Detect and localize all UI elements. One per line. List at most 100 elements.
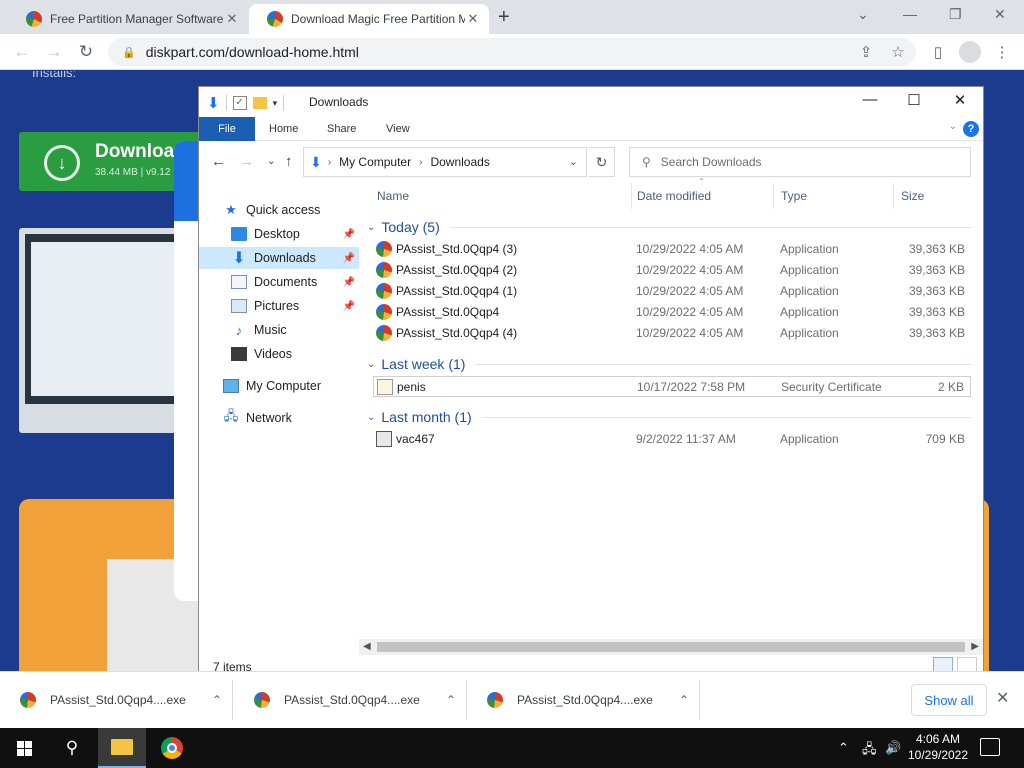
group-header-last-month[interactable]: ⌄ Last month (1) <box>367 407 971 427</box>
download-file-name: PAssist_Std.0Qqp4....exe <box>284 693 420 707</box>
profile-avatar[interactable] <box>958 40 982 64</box>
horizontal-scrollbar[interactable]: ◀ ▶ <box>359 639 983 655</box>
address-field[interactable]: ⬇ › My Computer › Downloads ⌄ <box>303 147 587 177</box>
file-size: 39,363 KB <box>908 326 965 340</box>
properties-icon[interactable]: ✓ <box>232 96 247 110</box>
share-icon[interactable]: ⇪ <box>854 40 878 64</box>
column-header-date-modified[interactable]: Date modified <box>637 183 711 209</box>
nav-item-downloads[interactable]: ⬇ Downloads 📌 <box>199 247 359 269</box>
new-folder-icon[interactable] <box>252 97 267 109</box>
nav-item-desktop[interactable]: Desktop 📌 <box>199 223 359 245</box>
scrollbar-thumb[interactable] <box>377 642 965 652</box>
file-type: Application <box>780 263 839 277</box>
table-row[interactable]: PAssist_Std.0Qqp4 (4) 10/29/2022 4:05 AM… <box>373 323 971 344</box>
notification-icon[interactable] <box>980 738 1000 756</box>
taskbar-file-explorer[interactable] <box>98 728 146 768</box>
column-header-type[interactable]: Type <box>781 183 807 209</box>
maximize-button[interactable]: ☐ <box>891 91 937 113</box>
breadcrumb-downloads[interactable]: Downloads <box>430 155 489 169</box>
certificate-icon <box>377 379 393 395</box>
music-icon: ♪ <box>235 322 243 338</box>
download-item[interactable]: PAssist_Std.0Qqp4....exe ⌃ <box>234 680 467 720</box>
column-header-size[interactable]: Size <box>901 183 924 209</box>
nav-item-network[interactable]: 🖧 Network <box>199 407 359 429</box>
file-size: 709 KB <box>925 432 965 446</box>
side-panel-icon[interactable]: ▯ <box>926 40 950 64</box>
close-icon[interactable]: ✕ <box>224 11 240 27</box>
table-row[interactable]: PAssist_Std.0Qqp4 (1) 10/29/2022 4:05 AM… <box>373 281 971 302</box>
back-button[interactable]: ← <box>10 40 34 64</box>
table-row[interactable]: PAssist_Std.0Qqp4 (3) 10/29/2022 4:05 AM… <box>373 239 971 260</box>
customize-dropdown-icon[interactable]: ▾ <box>273 98 278 109</box>
nav-item-videos[interactable]: Videos <box>199 343 359 365</box>
tab-free-partition-manager[interactable]: Free Partition Manager Software ✕ <box>8 4 248 34</box>
nav-item-documents[interactable]: Documents 📌 <box>199 271 359 293</box>
chevron-right-icon[interactable]: › <box>328 157 331 168</box>
menu-kebab-icon[interactable]: ⋮ <box>990 40 1014 64</box>
show-hidden-icons-chevron-icon[interactable]: ⌃ <box>838 740 849 756</box>
chevron-up-icon[interactable]: ⌃ <box>669 693 699 707</box>
table-row[interactable]: penis 10/17/2022 7:58 PM Security Certif… <box>373 376 971 397</box>
minimize-button[interactable]: — <box>847 91 893 113</box>
tab-view[interactable]: View <box>376 117 420 141</box>
close-icon[interactable]: ✕ <box>996 688 1009 708</box>
windows-icon <box>16 740 32 756</box>
breadcrumb-my-computer[interactable]: My Computer <box>339 155 411 169</box>
tab-share[interactable]: Share <box>317 117 366 141</box>
scroll-right-icon[interactable]: ▶ <box>971 639 979 655</box>
modal-header-edge <box>174 141 200 221</box>
help-icon[interactable]: ? <box>963 121 979 137</box>
scroll-left-icon[interactable]: ◀ <box>363 639 371 655</box>
back-arrow-icon[interactable]: ← <box>211 153 226 170</box>
refresh-button[interactable]: ↻ <box>589 147 615 177</box>
file-date: 10/29/2022 4:05 AM <box>636 284 744 298</box>
minimize-button[interactable]: — <box>903 6 917 22</box>
chevron-up-icon[interactable]: ⌃ <box>202 693 232 707</box>
forward-button[interactable]: → <box>42 40 66 64</box>
close-window-button[interactable]: ✕ <box>994 6 1006 23</box>
nav-item-quick-access[interactable]: ★ Quick access <box>199 199 359 221</box>
expand-ribbon-icon[interactable]: ⌄ <box>949 121 957 132</box>
network-icon[interactable]: 🖧 <box>862 740 877 762</box>
nav-item-music[interactable]: ♪ Music <box>199 319 359 341</box>
group-header-today[interactable]: ⌄ Today (5) <box>367 217 971 237</box>
up-arrow-icon[interactable]: ↑ <box>285 153 293 170</box>
tab-home[interactable]: Home <box>259 117 308 141</box>
nav-item-label: Documents <box>254 275 318 289</box>
tab-title: Free Partition Manager Software <box>50 12 224 26</box>
forward-arrow-icon[interactable]: → <box>239 153 254 170</box>
tab-download-magic-free-partition[interactable]: Download Magic Free Partition M ✕ <box>249 4 489 34</box>
address-bar[interactable]: 🔒 diskpart.com/download-home.html <box>108 38 916 66</box>
group-header-last-week[interactable]: ⌄ Last week (1) <box>367 354 971 374</box>
recent-locations-icon[interactable]: ⌄ <box>267 156 275 167</box>
show-all-button[interactable]: Show all <box>911 684 987 716</box>
tab-file[interactable]: File <box>199 117 255 141</box>
restore-button[interactable]: ❐ <box>949 6 962 23</box>
file-name: PAssist_Std.0Qqp4 (4) <box>396 326 518 340</box>
table-row[interactable]: PAssist_Std.0Qqp4 10/29/2022 4:05 AM App… <box>373 302 971 323</box>
chevron-right-icon[interactable]: › <box>419 157 422 168</box>
application-icon <box>487 692 503 708</box>
column-header-name[interactable]: Name <box>377 183 409 209</box>
table-row[interactable]: vac467 9/2/2022 11:37 AM Application 709… <box>373 429 971 450</box>
download-item[interactable]: PAssist_Std.0Qqp4....exe ⌃ <box>0 680 233 720</box>
table-row[interactable]: PAssist_Std.0Qqp4 (2) 10/29/2022 4:05 AM… <box>373 260 971 281</box>
search-icon[interactable]: ⚲ <box>48 728 96 768</box>
system-clock[interactable]: 4:06 AM 10/29/2022 <box>906 731 970 763</box>
volume-icon[interactable]: 🔊 <box>885 740 901 756</box>
chevron-up-icon[interactable]: ⌃ <box>436 693 466 707</box>
close-button[interactable]: ✕ <box>937 91 983 113</box>
close-icon[interactable]: ✕ <box>465 11 481 27</box>
taskbar-chrome[interactable] <box>148 728 196 768</box>
start-button[interactable] <box>0 728 48 768</box>
download-item[interactable]: PAssist_Std.0Qqp4....exe ⌃ <box>467 680 700 720</box>
address-dropdown-icon[interactable]: ⌄ <box>569 155 578 168</box>
new-tab-button[interactable]: + <box>498 6 510 29</box>
search-input[interactable]: ⚲ Search Downloads <box>629 147 971 177</box>
file-name: PAssist_Std.0Qqp4 (3) <box>396 242 518 256</box>
tab-search-chevron-icon[interactable]: ⌄ <box>857 6 869 23</box>
nav-item-pictures[interactable]: Pictures 📌 <box>199 295 359 317</box>
bookmark-star-icon[interactable]: ☆ <box>886 40 910 64</box>
reload-button[interactable]: ↻ <box>74 40 98 64</box>
nav-item-my-computer[interactable]: My Computer <box>199 375 359 397</box>
